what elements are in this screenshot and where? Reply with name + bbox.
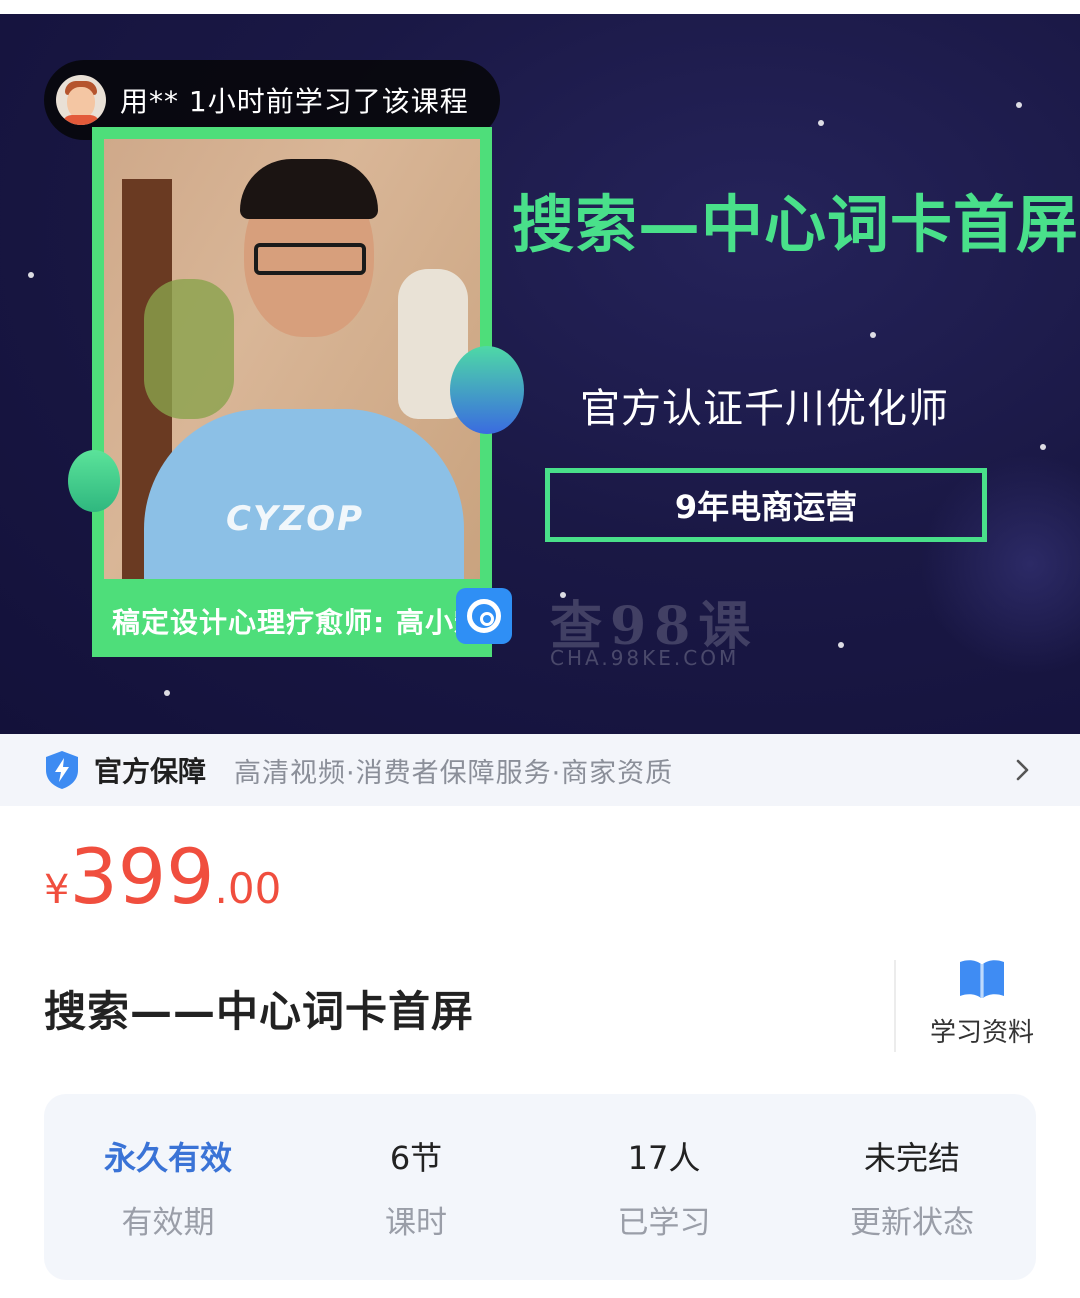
banner-highlight-box: 9年电商运营 — [545, 468, 987, 542]
stat-label: 有效期 — [121, 1204, 215, 1241]
course-banner[interactable]: 用** 1小时前学习了该课程 CYZOP 稿定设计心理疗愈师: 高小宏 查98课… — [0, 14, 1080, 734]
star — [870, 332, 876, 338]
stat-label: 课时 — [385, 1204, 447, 1241]
star — [164, 690, 170, 696]
price-decimal: .00 — [214, 864, 282, 913]
banner-title: 搜索—中心词卡首屏 — [512, 188, 1080, 261]
course-page: 用** 1小时前学习了该课程 CYZOP 稿定设计心理疗愈师: 高小宏 查98课… — [0, 0, 1080, 1298]
decorative-orb — [450, 346, 524, 434]
divider — [894, 960, 896, 1052]
price-integer: 399 — [69, 832, 215, 921]
star — [818, 120, 824, 126]
stat-value: 6节 — [389, 1138, 443, 1177]
shield-bolt-icon — [44, 750, 80, 790]
stat-label: 更新状态 — [850, 1204, 974, 1241]
banner-subtitle: 官方认证千川优化师 — [580, 386, 949, 432]
stat-learners: 17人 已学习 — [540, 1094, 788, 1280]
stat-update-status: 未完结 更新状态 — [788, 1094, 1036, 1280]
official-guarantee-bar[interactable]: 官方保障 高清视频·消费者保障服务·商家资质 — [0, 734, 1080, 806]
stat-value: 未完结 — [863, 1138, 960, 1177]
chevron-right-icon[interactable] — [1008, 756, 1036, 784]
instructor-caption: 稿定设计心理疗愈师: 高小宏 — [112, 606, 483, 639]
guarantee-items: 高清视频·消费者保障服务·商家资质 — [234, 757, 674, 789]
star — [1016, 102, 1022, 108]
watermark-url: CHA.98KE.COM — [550, 646, 740, 670]
ticker-text: 用** 1小时前学习了该课程 — [120, 85, 469, 118]
instructor-video-frame: CYZOP 稿定设计心理疗愈师: 高小宏 — [92, 127, 492, 657]
course-title: 搜索——中心词卡首屏 — [44, 987, 475, 1036]
course-price: ¥399.00 — [44, 832, 281, 921]
study-materials-button[interactable]: 学习资料 — [912, 958, 1052, 1058]
search-logo-icon — [456, 588, 512, 644]
decorative-orb — [68, 450, 120, 512]
star — [838, 642, 844, 648]
stat-label: 已学习 — [617, 1204, 711, 1241]
stat-lessons: 6节 课时 — [292, 1094, 540, 1280]
stat-value: 永久有效 — [103, 1138, 232, 1177]
shirt-print: CYZOP — [226, 499, 365, 539]
price-currency: ¥ — [44, 867, 70, 913]
stat-validity: 永久有效 有效期 — [44, 1094, 292, 1280]
course-stats-card: 永久有效 有效期 6节 课时 17人 已学习 未完结 更新状态 — [44, 1094, 1036, 1280]
star — [1040, 444, 1046, 450]
instructor-photo: CYZOP — [104, 139, 480, 579]
avatar — [56, 75, 106, 125]
stat-value: 17人 — [627, 1138, 701, 1177]
book-icon — [960, 960, 1004, 998]
guarantee-title: 官方保障 — [94, 755, 207, 788]
star — [28, 272, 34, 278]
study-materials-label: 学习资料 — [929, 1018, 1034, 1048]
